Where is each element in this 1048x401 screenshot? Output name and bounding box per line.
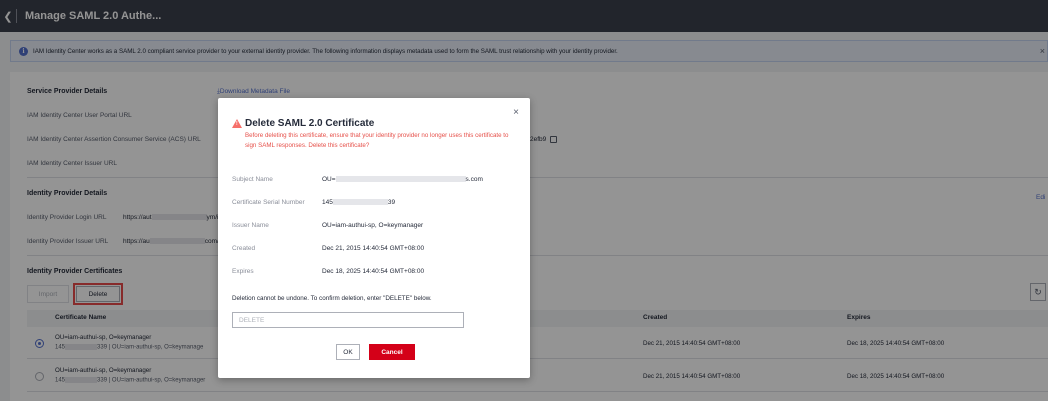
cancel-button[interactable]: Cancel (369, 344, 415, 360)
serial-number-value: 145 39 (322, 199, 396, 206)
created-value: Dec 21, 2015 14:40:54 GMT+08:00 (322, 245, 425, 252)
created-label: Created (232, 245, 256, 252)
warning-icon: ! (232, 119, 242, 128)
serial-number-label: Certificate Serial Number (232, 199, 305, 206)
confirm-delete-input[interactable] (232, 312, 464, 328)
confirm-note: Deletion cannot be undone. To confirm de… (232, 295, 432, 302)
subject-name-value: OU= s.com (322, 176, 483, 183)
issuer-name-value: OU=iam-authui-sp, O=keymanager (322, 222, 424, 229)
expires-label: Expires (232, 268, 254, 275)
dialog-title: Delete SAML 2.0 Certificate (245, 118, 375, 129)
close-icon[interactable]: × (513, 107, 519, 118)
delete-certificate-dialog: × ! Delete SAML 2.0 Certificate Before d… (218, 98, 530, 378)
dialog-warning-text: Before deleting this certificate, ensure… (245, 132, 509, 149)
issuer-name-label: Issuer Name (232, 222, 269, 229)
subject-name-label: Subject Name (232, 176, 273, 183)
ok-button[interactable]: OK (336, 344, 360, 360)
expires-value: Dec 18, 2025 14:40:54 GMT+08:00 (322, 268, 425, 275)
